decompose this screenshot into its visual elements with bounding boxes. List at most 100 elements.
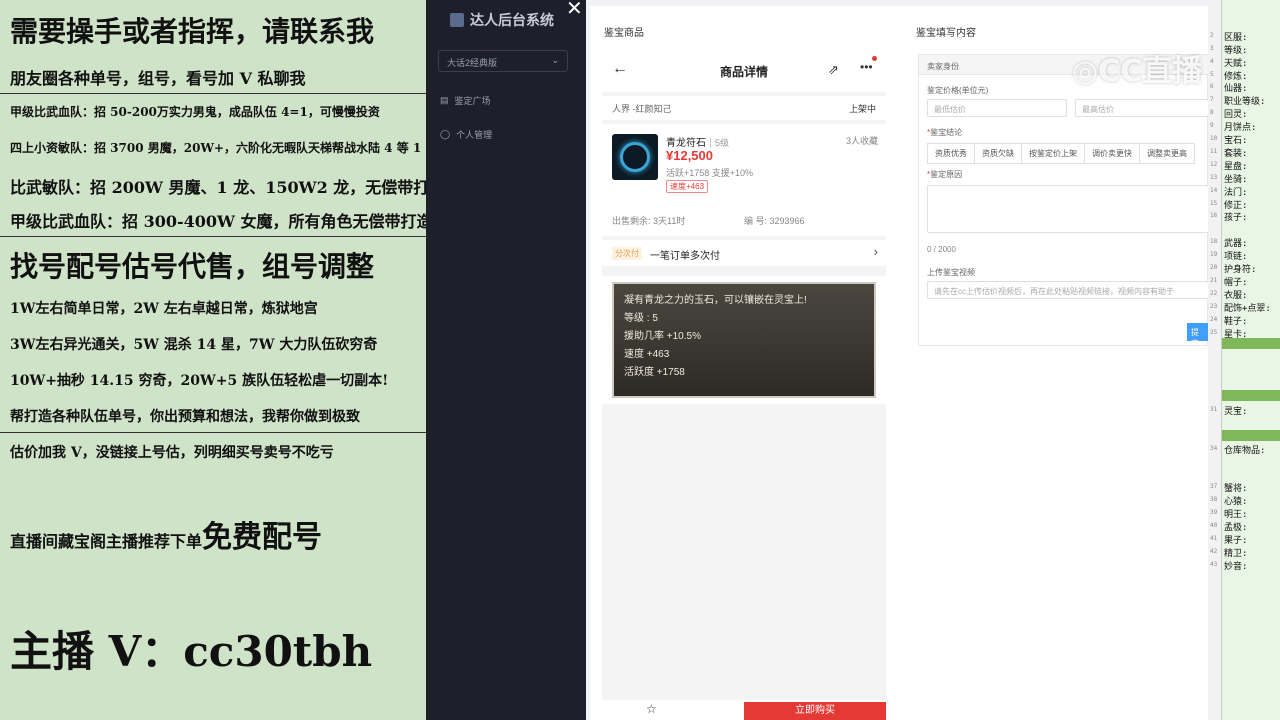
- overlay-line: 直播间藏宝阁主播推荐下单免费配号: [10, 512, 322, 556]
- row-number: 34: [1210, 445, 1218, 452]
- conclusion-option[interactable]: 调价卖更快: [1084, 143, 1140, 164]
- row-number: 41: [1210, 535, 1218, 542]
- stat-label: 项链:: [1224, 252, 1248, 262]
- char-count: 0 / 2000: [927, 245, 956, 254]
- more-icon[interactable]: •••: [860, 60, 873, 74]
- video-link-input[interactable]: 请先在cc上传估价视频后，再在此处粘贴视频链接，视频内容有助于: [927, 281, 1209, 299]
- sidebar-title: 达人后台系统: [450, 10, 554, 30]
- cc-live-watermark: ◎CC直播: [1072, 54, 1203, 89]
- conclusion-option[interactable]: 资质欠缺: [974, 143, 1022, 164]
- row-number: 20: [1210, 264, 1218, 271]
- item-tooltip: 凝有青龙之力的玉石，可以镶嵌在灵宝上! 等级 : 5 援助几率 +10.5% 速…: [612, 282, 876, 398]
- section-title-form: 鉴宝填写内容: [916, 28, 976, 39]
- row-number: 39: [1210, 509, 1218, 516]
- stat-label: 套装:: [1224, 149, 1248, 159]
- stat-label: 灵宝:: [1224, 407, 1248, 417]
- item-card: 青龙符石 5级 3人收藏 ¥12,500 活跃+1758 支援+10% 速度+46…: [602, 124, 886, 236]
- grid-icon: ▤: [440, 95, 449, 105]
- overlay-line: 估价加我 V，没链接上号估，列明细买号卖号不吃亏: [10, 445, 334, 461]
- overlay-line: 3W左右异光通关，5W 混杀 14 星，7W 大力队伍砍穷奇: [10, 337, 378, 353]
- stat-label: 法门:: [1224, 188, 1248, 198]
- row-number: 8: [1210, 109, 1214, 116]
- star-icon[interactable]: ☆: [646, 702, 657, 716]
- tooltip-line: 活跃度 +1758: [624, 367, 685, 378]
- row-number: 38: [1210, 496, 1218, 503]
- stat-label: 精卫:: [1224, 549, 1248, 559]
- max-price-input[interactable]: 最高估价: [1075, 99, 1209, 117]
- overlay-line: 1W左右简单日常，2W 左右卓越日常，炼狱地宫: [10, 301, 318, 317]
- row-numbers: [1208, 0, 1222, 720]
- item-stats: 活跃+1758 支援+10%: [666, 168, 754, 178]
- row-number: 13: [1210, 174, 1218, 181]
- sidebar-item-label: 鉴定广场: [454, 96, 491, 106]
- submit-button[interactable]: 提交: [1187, 323, 1209, 341]
- close-icon[interactable]: ✕: [566, 0, 584, 18]
- stat-label: 武器:: [1224, 239, 1248, 249]
- stat-label: 蟹将:: [1224, 484, 1248, 494]
- reason-textarea[interactable]: [927, 185, 1209, 233]
- server-name: 人界 -红颜知己: [612, 104, 672, 114]
- stats-sheet-column: 2 区服: 3 等级: 4 天赋: 5 修炼: 6 仙器: 7 职业等级: 8 回灵: 9 月饼点: 10 宝石:…: [1208, 0, 1280, 720]
- item-level: 5级: [710, 138, 730, 148]
- row-number: 40: [1210, 522, 1218, 529]
- appraisal-form: 卖家身份 鉴定价格(单位元) 最低估价 最高估价 *鉴宝结论 资质优秀 资质欠缺…: [918, 54, 1209, 346]
- row-number: 14: [1210, 187, 1218, 194]
- select-value: 大话2经典版: [447, 58, 498, 68]
- divider: [0, 93, 426, 94]
- price-label: 鉴定价格(单位元): [927, 86, 989, 95]
- overlay-headline: 找号配号估号代售，组号调整: [10, 250, 375, 283]
- row-number: 19: [1210, 251, 1218, 258]
- sidebar-title-text: 达人后台系统: [470, 12, 554, 28]
- share-icon[interactable]: ⇗: [828, 62, 839, 78]
- row-number: 4: [1210, 58, 1214, 65]
- highlight-row: [1222, 430, 1280, 441]
- reason-label: *鉴定原因: [927, 170, 963, 179]
- conclusion-option[interactable]: 调整卖更高: [1139, 143, 1195, 164]
- row-number: 18: [1210, 238, 1218, 245]
- row-number: 21: [1210, 277, 1218, 284]
- conclusion-option[interactable]: 按鉴定价上架: [1021, 143, 1085, 164]
- serial-number: 编 号: 3293966: [744, 216, 805, 226]
- overlay-line: 甲级比武血队：招 50-200万实力男鬼，成品队伍 4=1，可慢慢投资: [10, 105, 380, 119]
- stat-label: 星卡:: [1224, 330, 1248, 340]
- conclusion-option[interactable]: 资质优秀: [927, 143, 975, 164]
- preview-header: ← 商品详情 ⇗ •••: [602, 48, 886, 92]
- conclusion-options: 资质优秀 资质欠缺 按鉴定价上架 调价卖更快 调整卖更高: [927, 143, 1195, 164]
- installment-badge: 分次付: [612, 247, 642, 260]
- row-number: 2: [1210, 32, 1214, 39]
- preview-bottom-bar: ☆ 立即购买: [602, 700, 886, 720]
- item-price: ¥12,500: [666, 148, 713, 163]
- overlay-line: 朋友圈各种单号，组号，看号加 V 私聊我: [10, 69, 306, 88]
- stat-label: 孟极:: [1224, 523, 1248, 533]
- overlay-line: 四上小资敏队：招 3700 男魔，20W+，六阶化无暇队天梯帮战水陆 4 等 1: [10, 141, 422, 155]
- overlay-line: 甲级比武血队：招 300-400W 女魔，所有角色无偿带打造: [10, 212, 433, 231]
- overlay-highlight: 免费配号: [202, 520, 323, 555]
- chevron-down-icon: ⌄: [551, 55, 559, 65]
- sidebar-item-label: 个人管理: [456, 130, 493, 140]
- sidebar-item-personal-management[interactable]: ◯ 个人管理: [440, 128, 492, 141]
- section-title-goods: 鉴宝商品: [604, 28, 644, 39]
- favorites-count: 3人收藏: [845, 136, 878, 146]
- min-price-input[interactable]: 最低估价: [927, 99, 1067, 117]
- tooltip-line: 凝有青龙之力的玉石，可以镶嵌在灵宝上!: [624, 295, 807, 306]
- conclusion-label: *鉴宝结论: [927, 128, 963, 137]
- stat-label: 心猿:: [1224, 497, 1248, 507]
- sidebar-item-appraisal-square[interactable]: ▤ 鉴定广场: [440, 94, 491, 107]
- row-number: 3: [1210, 45, 1214, 52]
- listing-status: 上架中: [848, 104, 876, 114]
- reason-label-text: 鉴定原因: [930, 170, 963, 179]
- stat-label: 鞋子:: [1224, 317, 1248, 327]
- logo-icon: [450, 13, 464, 27]
- server-row: 人界 -红颜知己 上架中: [602, 96, 886, 120]
- row-number: 16: [1210, 212, 1218, 219]
- buy-button[interactable]: 立即购买: [744, 702, 886, 720]
- stat-label: 配饰+点翠:: [1224, 304, 1271, 314]
- remaining-time: 出售剩余: 3天11时: [612, 216, 686, 226]
- stat-label: 果子:: [1224, 536, 1248, 546]
- conclusion-label-text: 鉴宝结论: [930, 128, 963, 137]
- stat-label: 回灵:: [1224, 110, 1248, 120]
- stat-label: 天赋:: [1224, 59, 1248, 69]
- installment-row[interactable]: 分次付 一笔订单多次付 ›: [602, 240, 886, 266]
- chevron-right-icon: ›: [873, 244, 878, 259]
- game-version-select[interactable]: 大话2经典版 ⌄: [438, 50, 568, 72]
